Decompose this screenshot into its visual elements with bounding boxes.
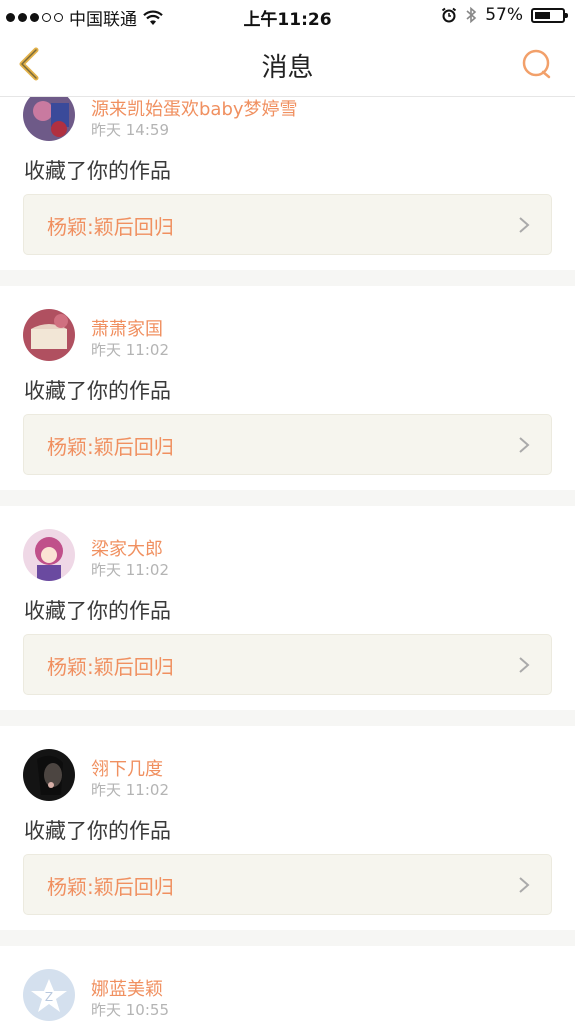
- work-link[interactable]: 杨颖:颖后回归: [23, 194, 552, 255]
- username[interactable]: 萧萧家国: [91, 315, 163, 341]
- alarm-icon: [442, 7, 457, 23]
- svg-text:Z: Z: [45, 990, 53, 1004]
- work-link[interactable]: 杨颖:颖后回归: [23, 414, 552, 475]
- username[interactable]: 源来凯始蛋欢baby梦婷雪: [91, 97, 298, 121]
- divider: [0, 930, 575, 946]
- work-title: 杨颖:颖后回归: [47, 435, 174, 459]
- work-title: 杨颖:颖后回归: [47, 655, 174, 679]
- action-text: 收藏了你的作品: [24, 599, 171, 623]
- list-item: 梁家大郎 昨天 11:02 收藏了你的作品 杨颖:颖后回归: [0, 506, 575, 710]
- chevron-right-icon: [519, 877, 530, 893]
- timestamp: 昨天 11:02: [91, 561, 169, 579]
- message-list[interactable]: 源来凯始蛋欢baby梦婷雪 昨天 14:59 收藏了你的作品 杨颖:颖后回归 萧…: [0, 97, 575, 1024]
- action-text: 收藏了你的作品: [24, 159, 171, 183]
- list-item: 翎下几度 昨天 11:02 收藏了你的作品 杨颖:颖后回归: [0, 726, 575, 930]
- action-text: 收藏了你的作品: [24, 379, 171, 403]
- list-item: 萧萧家国 昨天 11:02 收藏了你的作品 杨颖:颖后回归: [0, 286, 575, 490]
- bluetooth-icon: [466, 6, 477, 24]
- list-item: Z 娜蓝美颖 昨天 10:55: [0, 946, 575, 1024]
- username[interactable]: 梁家大郎: [91, 535, 163, 561]
- avatar[interactable]: [23, 97, 75, 141]
- avatar[interactable]: [23, 749, 75, 801]
- username[interactable]: 翎下几度: [91, 755, 163, 781]
- action-text: 收藏了你的作品: [24, 819, 171, 843]
- work-title: 杨颖:颖后回归: [47, 215, 174, 239]
- timestamp: 昨天 10:55: [91, 1001, 169, 1019]
- page-title: 消息: [261, 53, 314, 83]
- chevron-right-icon: [519, 217, 530, 233]
- divider: [0, 270, 575, 286]
- avatar[interactable]: [23, 309, 75, 361]
- timestamp: 昨天 14:59: [91, 121, 169, 139]
- work-link[interactable]: 杨颖:颖后回归: [23, 634, 552, 695]
- work-title: 杨颖:颖后回归: [47, 875, 174, 899]
- chevron-right-icon: [519, 657, 530, 673]
- navigation-bar: 消息: [0, 32, 575, 97]
- battery-percent: 57%: [485, 5, 523, 25]
- divider: [0, 490, 575, 506]
- search-button[interactable]: [521, 48, 553, 80]
- battery-icon: [531, 7, 568, 23]
- chevron-right-icon: [519, 437, 530, 453]
- avatar[interactable]: Z: [23, 969, 75, 1021]
- username[interactable]: 娜蓝美颖: [91, 975, 163, 1001]
- list-item: 源来凯始蛋欢baby梦婷雪 昨天 14:59 收藏了你的作品 杨颖:颖后回归: [0, 97, 575, 270]
- timestamp: 昨天 11:02: [91, 341, 169, 359]
- divider: [0, 710, 575, 726]
- timestamp: 昨天 11:02: [91, 781, 169, 799]
- avatar[interactable]: [23, 529, 75, 581]
- status-bar: 中国联通 上午11:26 57%: [0, 0, 575, 32]
- status-right: 57%: [441, 5, 568, 25]
- work-link[interactable]: 杨颖:颖后回归: [23, 854, 552, 915]
